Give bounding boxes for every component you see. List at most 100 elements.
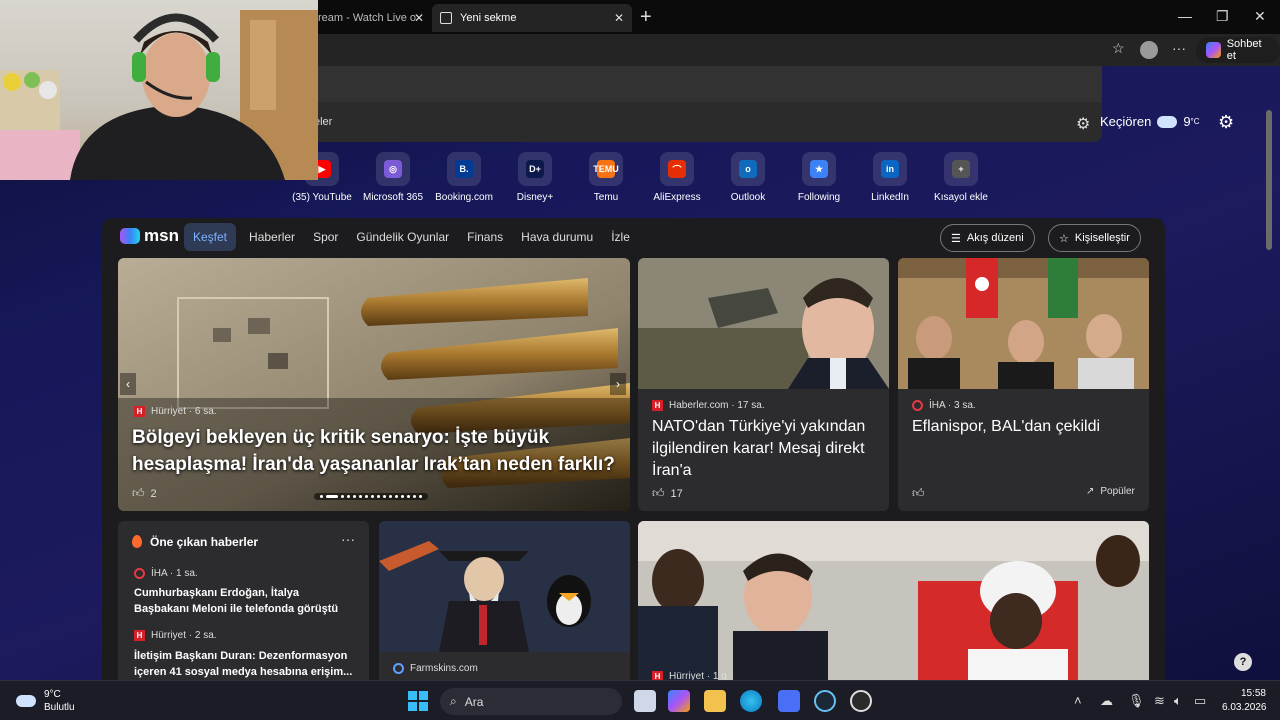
msn-logo-text: msn (144, 226, 179, 245)
microphone-icon[interactable]: 🎙︎ (1128, 693, 1145, 709)
card2-source-label: Haberler.com · 17 sa. (669, 400, 765, 411)
tab-spor[interactable]: Spor (304, 223, 347, 251)
news-card-nato[interactable]: H Haberler.com · 17 sa. NATO'dan Türkiye… (638, 258, 889, 511)
settings-gear-icon[interactable]: ⚙ (1218, 112, 1234, 133)
favorites-star-icon[interactable]: ☆ (1112, 40, 1125, 57)
copilot-button[interactable]: Sohbet et (1196, 37, 1280, 63)
clock-date: 6.03.2026 (1222, 702, 1267, 713)
speaker-icon[interactable]: 🔈︎ (1174, 693, 1182, 709)
news-card-hurriyet[interactable]: H Hürriyet · 1 g. (638, 521, 1149, 688)
feed-layout-button[interactable]: ☰ Akış düzeni (940, 224, 1035, 252)
carousel-dot[interactable] (395, 495, 398, 498)
new-tab-button[interactable]: + (640, 6, 652, 29)
tab-finans[interactable]: Finans (458, 223, 512, 251)
taskbar-search[interactable]: ⌕ Ara (440, 688, 622, 715)
carousel-dot[interactable] (377, 495, 380, 498)
quick-link-k-sayol-ekle[interactable]: + Kısayol ekle (919, 152, 1003, 203)
carousel-dot[interactable] (353, 495, 356, 498)
more-options-icon[interactable]: ··· (341, 531, 355, 547)
quick-link-icon-tile: D+ (518, 152, 552, 186)
card2-like-button[interactable]: 👍︎ 17 (652, 486, 683, 501)
copilot-app-icon[interactable] (668, 690, 690, 712)
maximize-button[interactable]: ❐ (1216, 8, 1229, 25)
tab-gundelik-oyunlar[interactable]: Gündelik Oyunlar (347, 223, 458, 251)
tab-kesfet[interactable]: Keşfet (184, 223, 237, 251)
taskbar-search-label: Ara (464, 694, 484, 709)
hurriyet-logo-icon: H (134, 406, 145, 417)
search-icon: ⌕ (450, 694, 457, 708)
carousel-dot[interactable] (371, 495, 374, 498)
carousel-dot[interactable] (413, 495, 416, 498)
card3-headline[interactable]: Eflanispor, BAL'dan çekildi (912, 416, 1140, 438)
carousel-next-button[interactable]: › (610, 373, 626, 395)
eflanispor-news-image (898, 258, 1149, 389)
wifi-icon[interactable]: ≋ (1154, 693, 1165, 709)
personalize-button[interactable]: ☆ Kişiselleştir (1048, 224, 1141, 252)
search-suggestion-panel: eler (300, 66, 1102, 142)
top-news-item[interactable]: Cumhurbaşkanı Erdoğan, İtalya Başbakanı … (134, 585, 356, 617)
close-window-button[interactable]: ✕ (1254, 8, 1266, 25)
star-edit-icon: ☆ (1059, 232, 1069, 245)
taskbar-clock[interactable]: 15:58 6.03.2026 (1222, 687, 1267, 715)
carousel-dot[interactable] (365, 495, 368, 498)
steam-icon[interactable] (814, 690, 836, 712)
site-icon: TEMU (593, 160, 619, 178)
carousel-dot[interactable] (383, 495, 386, 498)
carousel-dot[interactable] (341, 495, 344, 498)
tray-chevron-icon[interactable]: ˄ (1074, 693, 1082, 708)
taskbar-weather[interactable]: 9°C Bulutlu (16, 688, 75, 714)
close-tab-icon[interactable]: ✕ (414, 11, 424, 25)
quick-link-icon-tile: in (873, 152, 907, 186)
carousel-prev-button[interactable]: ‹ (120, 373, 136, 395)
more-menu-icon[interactable]: ··· (1172, 40, 1186, 56)
close-tab-icon[interactable]: ✕ (614, 11, 624, 25)
taskbar-weather-desc: Bulutlu (44, 702, 75, 713)
carousel-dot[interactable] (401, 495, 404, 498)
task-view-icon[interactable] (634, 690, 656, 712)
battery-icon[interactable]: ▭ (1194, 693, 1206, 709)
carousel-dot[interactable] (326, 495, 338, 498)
farmskins-logo-icon (393, 663, 404, 674)
minimize-button[interactable]: — (1178, 8, 1192, 24)
store-icon[interactable] (778, 690, 800, 712)
obs-icon[interactable] (850, 690, 872, 712)
carousel-dot[interactable] (407, 495, 410, 498)
carousel-dot[interactable] (347, 495, 350, 498)
card2-source: H Haberler.com · 17 sa. (652, 400, 765, 411)
hero-like-button[interactable]: 👍︎ 2 (132, 486, 157, 501)
carousel-dot[interactable] (320, 495, 323, 498)
help-icon[interactable]: ? (1234, 653, 1252, 671)
site-icon: + (952, 160, 970, 178)
edge-icon[interactable] (740, 690, 762, 712)
popular-label: Popüler (1100, 486, 1135, 497)
page-settings-gear-icon[interactable]: ⚙ (1076, 114, 1090, 134)
start-button[interactable] (408, 691, 428, 711)
card2-headline[interactable]: NATO'dan Türkiye'yi yakından ilgilendire… (652, 416, 880, 482)
hero-headline[interactable]: Bölgeyi bekleyen üç kritik senaryo: İşte… (132, 424, 622, 478)
tab-haberler[interactable]: Haberler (240, 223, 304, 251)
cloud-icon (16, 695, 36, 707)
hurriyet-logo-icon: H (134, 630, 145, 641)
news-card-farmskins[interactable]: Farmskins.com (379, 521, 630, 688)
carousel-dot[interactable] (359, 495, 362, 498)
thumbs-up-icon: 👍︎ (912, 486, 925, 500)
card3-like-button[interactable]: 👍︎ (912, 486, 925, 501)
tab-new-tab[interactable]: Yeni sekme ✕ (432, 4, 632, 32)
weather-widget[interactable]: Keçiören 9 °C (1100, 114, 1200, 129)
profile-avatar[interactable] (1140, 41, 1158, 59)
tab-hava-durumu[interactable]: Hava durumu (512, 223, 602, 251)
carousel-dot[interactable] (419, 495, 422, 498)
search-input-row[interactable] (300, 66, 1102, 102)
tab-stream[interactable]: ream - Watch Live o ✕ (318, 4, 430, 32)
page-scrollbar[interactable] (1266, 110, 1272, 250)
copilot-icon (1206, 42, 1221, 58)
hero-news-card[interactable]: ‹ › H Hürriyet · 6 sa. Bölgeyi bekleyen … (118, 258, 630, 511)
carousel-dot[interactable] (389, 495, 392, 498)
msn-logo[interactable]: msn (120, 226, 179, 246)
onedrive-icon[interactable]: ☁ (1100, 693, 1113, 709)
top-news-item[interactable]: İletişim Başkanı Duran: Dezenformasyon i… (134, 648, 356, 680)
feed-nav-tabs: Keşfet Haberler Spor Gündelik Oyunlar Fi… (184, 223, 639, 251)
tab-izle[interactable]: İzle (602, 223, 639, 251)
news-card-eflanispor[interactable]: İHA · 3 sa. Eflanispor, BAL'dan çekildi … (898, 258, 1149, 511)
file-explorer-icon[interactable] (704, 690, 726, 712)
